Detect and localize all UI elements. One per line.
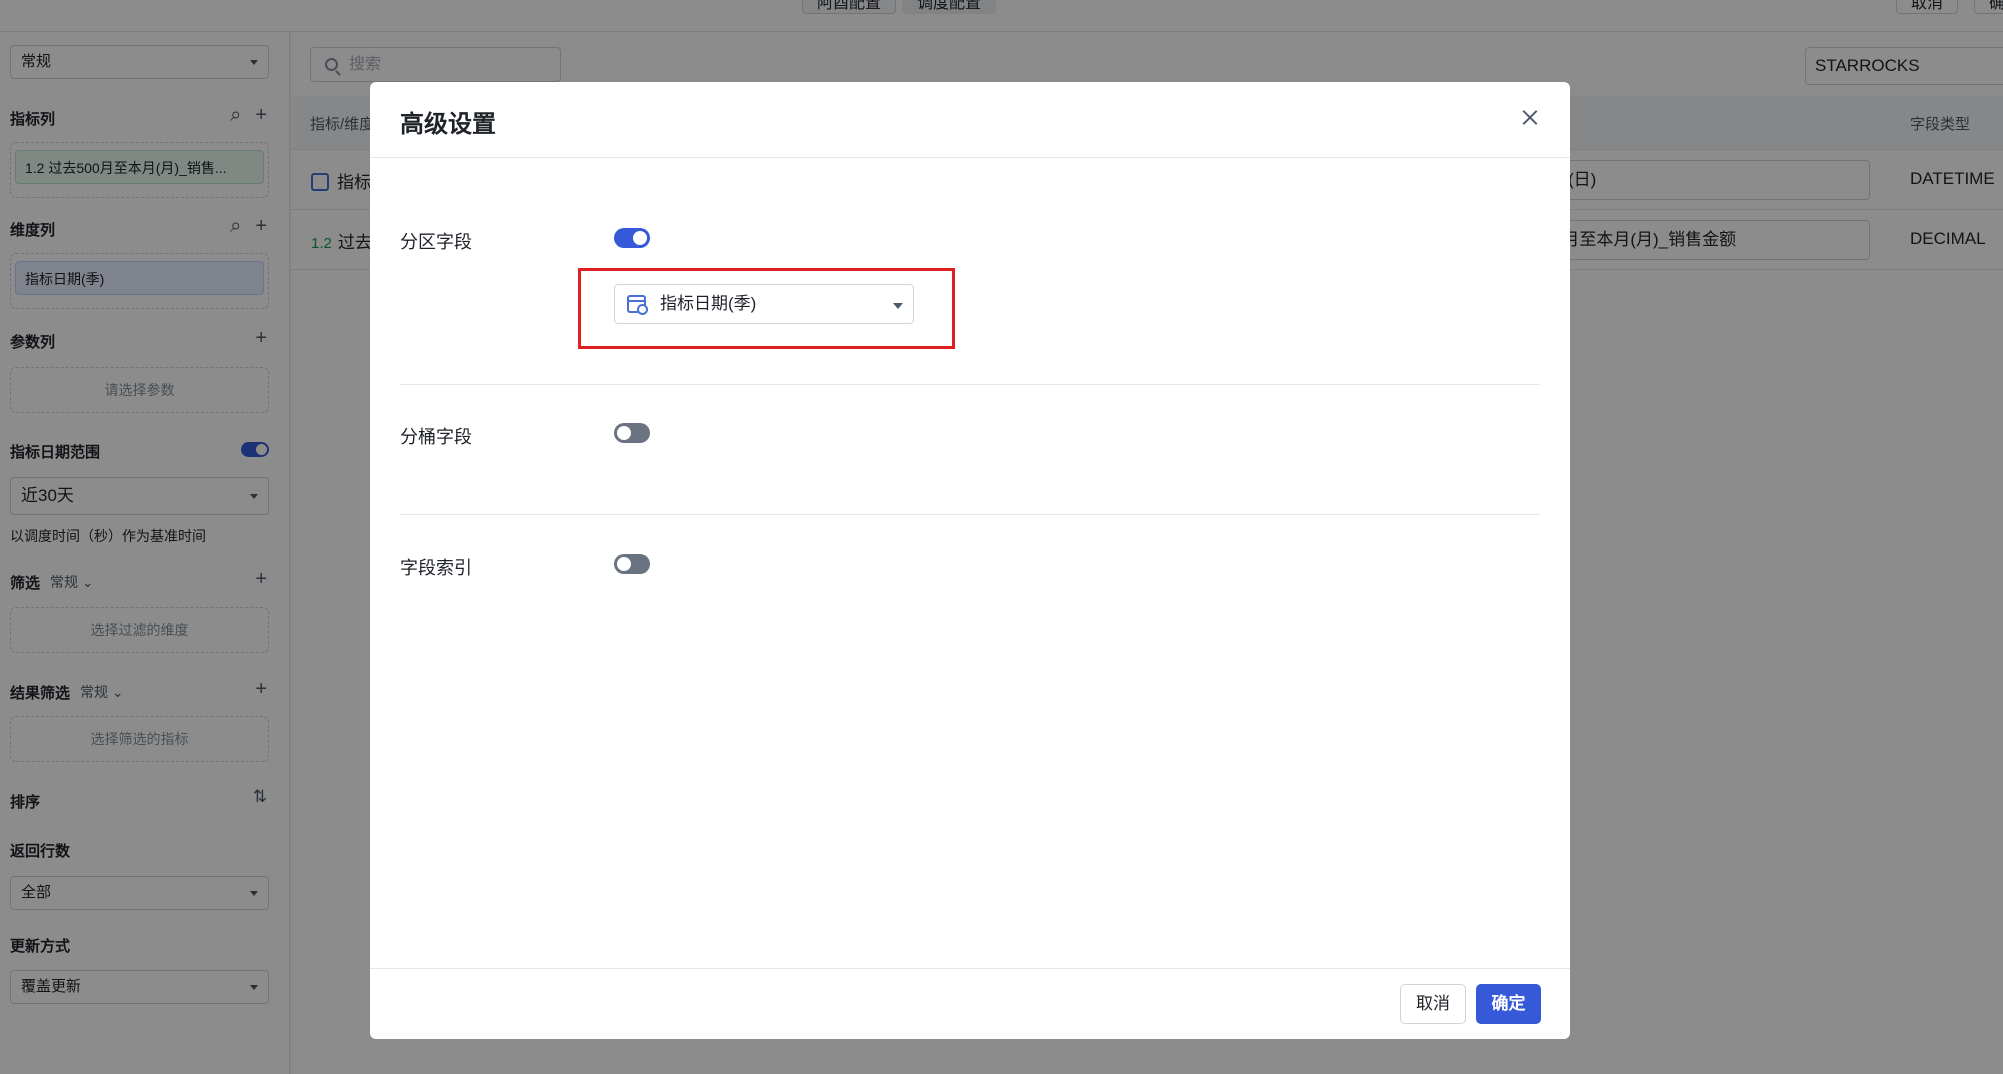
cancel-button[interactable]: 取消 xyxy=(1400,984,1466,1024)
close-icon[interactable] xyxy=(1518,106,1542,130)
advanced-settings-dialog: 高级设置 分区字段 指标日期(季) 分桶字段 字段索引 取消 确定 xyxy=(370,82,1570,1039)
chevron-down-icon xyxy=(893,303,903,309)
divider xyxy=(400,514,1540,515)
partition-label: 分区字段 xyxy=(400,232,472,252)
bucket-label: 分桶字段 xyxy=(400,427,472,447)
divider xyxy=(400,384,1540,385)
dialog-title: 高级设置 xyxy=(400,111,496,138)
partition-toggle[interactable] xyxy=(614,228,650,248)
index-label: 字段索引 xyxy=(400,558,472,578)
index-toggle[interactable] xyxy=(614,554,650,574)
dialog-footer: 取消 确定 xyxy=(370,968,1570,1039)
bucket-toggle[interactable] xyxy=(614,423,650,443)
dialog-header: 高级设置 xyxy=(370,82,1570,158)
partition-field-select[interactable]: 指标日期(季) xyxy=(614,284,914,324)
calendar-icon xyxy=(627,295,648,315)
confirm-button[interactable]: 确定 xyxy=(1476,984,1541,1024)
